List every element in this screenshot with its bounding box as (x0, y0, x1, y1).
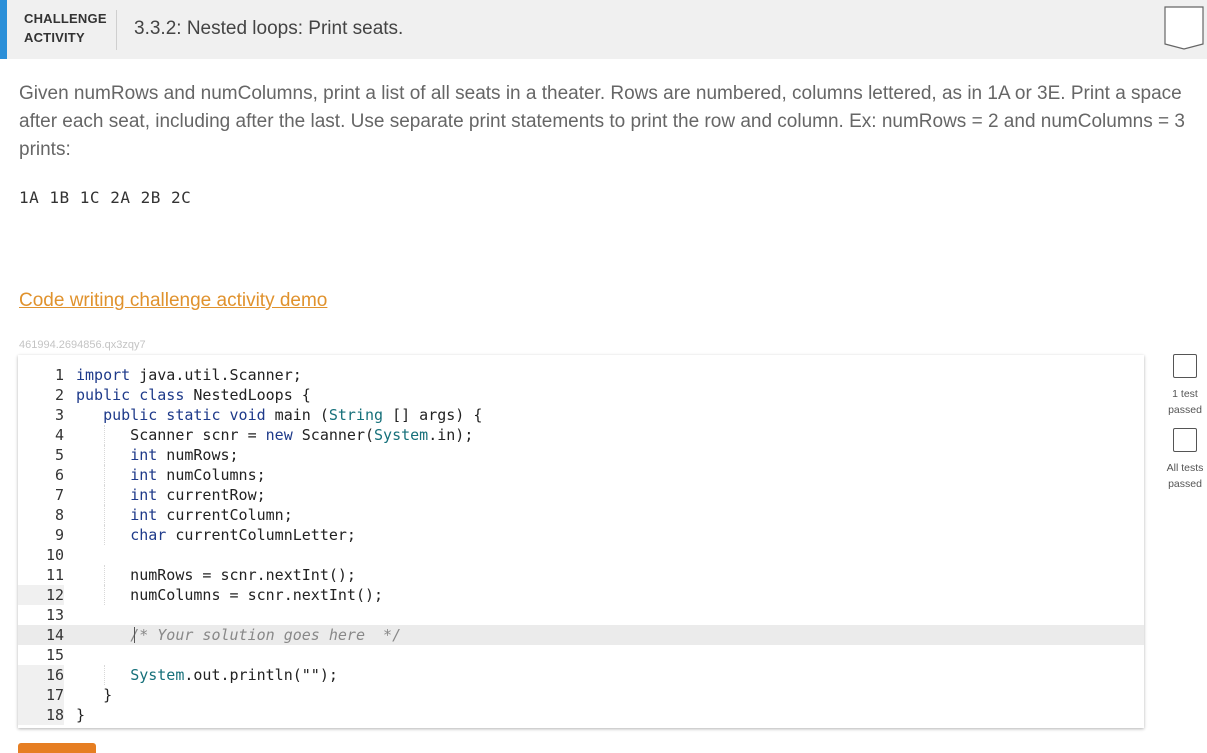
activity-id: 461994.2694856.qx3zqy7 (19, 339, 146, 351)
challenge-activity-label: CHALLENGE ACTIVITY (24, 9, 114, 47)
header-accent-bar (0, 0, 7, 59)
code-text[interactable]: Scanner scnr = new Scanner(System.in); (76, 425, 473, 445)
code-text[interactable]: int numRows; (76, 445, 238, 465)
code-line[interactable]: 11 numRows = scnr.nextInt(); (18, 565, 1144, 585)
code-line[interactable]: 9 char currentColumnLetter; (18, 525, 1144, 545)
code-text[interactable]: import java.util.Scanner; (76, 365, 302, 385)
line-number: 7 (54, 486, 64, 504)
line-number: 1 (54, 366, 64, 384)
activity-title: 3.3.2: Nested loops: Print seats. (134, 18, 404, 39)
code-text[interactable]: } (76, 685, 112, 705)
line-number: 17 (18, 685, 64, 705)
code-text[interactable]: System.out.println(""); (76, 665, 338, 685)
example-output: 1A 1B 1C 2A 2B 2C (19, 188, 192, 207)
code-text[interactable]: numColumns = scnr.nextInt(); (76, 585, 383, 605)
label-line-1: CHALLENGE (24, 11, 107, 26)
code-text[interactable]: int currentRow; (76, 485, 265, 505)
line-number: 4 (54, 426, 64, 444)
code-line[interactable]: 15 (18, 645, 1144, 665)
code-line[interactable]: 8 int currentColumn; (18, 505, 1144, 525)
code-text[interactable]: int numColumns; (76, 465, 265, 485)
activity-header: CHALLENGE ACTIVITY 3.3.2: Nested loops: … (0, 0, 1207, 59)
all-tests-label-line-2: passed (1168, 478, 1202, 490)
code-text[interactable]: public static void main (String [] args)… (76, 405, 482, 425)
code-line[interactable]: 16 System.out.println(""); (18, 665, 1144, 685)
code-line[interactable]: 7 int currentRow; (18, 485, 1144, 505)
code-line[interactable]: 2 public class NestedLoops { (18, 385, 1144, 405)
code-line[interactable]: 5 int numRows; (18, 445, 1144, 465)
demo-link[interactable]: Code writing challenge activity demo (19, 290, 327, 312)
code-line[interactable]: 13 (18, 605, 1144, 625)
code-line[interactable]: 6 int numColumns; (18, 465, 1144, 485)
all-tests-label: All tests passed (1155, 460, 1207, 492)
line-number: 6 (54, 466, 64, 484)
test-1-label: 1 test passed (1155, 386, 1207, 418)
test-1-label-line-2: passed (1168, 404, 1202, 416)
line-number: 5 (54, 446, 64, 464)
line-number: 2 (54, 386, 64, 404)
run-button[interactable] (18, 743, 96, 753)
code-line[interactable]: 18} (18, 705, 1144, 725)
test-checkbox-1 (1173, 354, 1197, 378)
line-number: 9 (54, 526, 64, 544)
line-number: 12 (18, 585, 64, 605)
code-text[interactable]: numRows = scnr.nextInt(); (76, 565, 356, 585)
line-number: 3 (54, 406, 64, 424)
line-number: 14 (18, 625, 64, 645)
code-editor[interactable]: 1 import java.util.Scanner; 2 public class… (18, 355, 1144, 728)
code-line[interactable]: 10 (18, 545, 1144, 565)
line-number: 10 (45, 546, 64, 564)
label-line-2: ACTIVITY (24, 30, 85, 45)
code-line-active[interactable]: 14 /* Your solution goes here */ (18, 625, 1144, 645)
code-line[interactable]: 3 public static void main (String [] arg… (18, 405, 1144, 425)
code-text[interactable]: /* Your solution goes here */ (76, 625, 401, 645)
code-line[interactable]: 1 import java.util.Scanner; (18, 365, 1144, 385)
code-text[interactable]: public class NestedLoops { (76, 385, 311, 405)
code-text[interactable]: int currentColumn; (76, 505, 293, 525)
problem-description: Given numRows and numColumns, print a li… (19, 83, 1185, 160)
line-number: 16 (18, 665, 64, 685)
code-lines[interactable]: 1 import java.util.Scanner; 2 public class… (18, 365, 1144, 725)
line-number: 18 (18, 705, 64, 725)
text-cursor (134, 627, 135, 643)
line-number: 13 (45, 606, 64, 624)
line-number: 15 (45, 646, 64, 664)
bookmark-icon[interactable] (1164, 6, 1204, 50)
code-line[interactable]: 17 } (18, 685, 1144, 705)
code-line[interactable]: 4 Scanner scnr = new Scanner(System.in); (18, 425, 1144, 445)
code-text[interactable]: } (76, 705, 85, 725)
code-text[interactable]: char currentColumnLetter; (76, 525, 356, 545)
line-number: 11 (45, 566, 64, 584)
header-divider (116, 10, 117, 50)
line-number: 8 (54, 506, 64, 524)
test-checkbox-all (1173, 428, 1197, 452)
all-tests-label-line-1: All tests (1166, 462, 1204, 474)
code-line[interactable]: 12 numColumns = scnr.nextInt(); (18, 585, 1144, 605)
test-1-label-line-1: 1 test (1172, 388, 1198, 400)
